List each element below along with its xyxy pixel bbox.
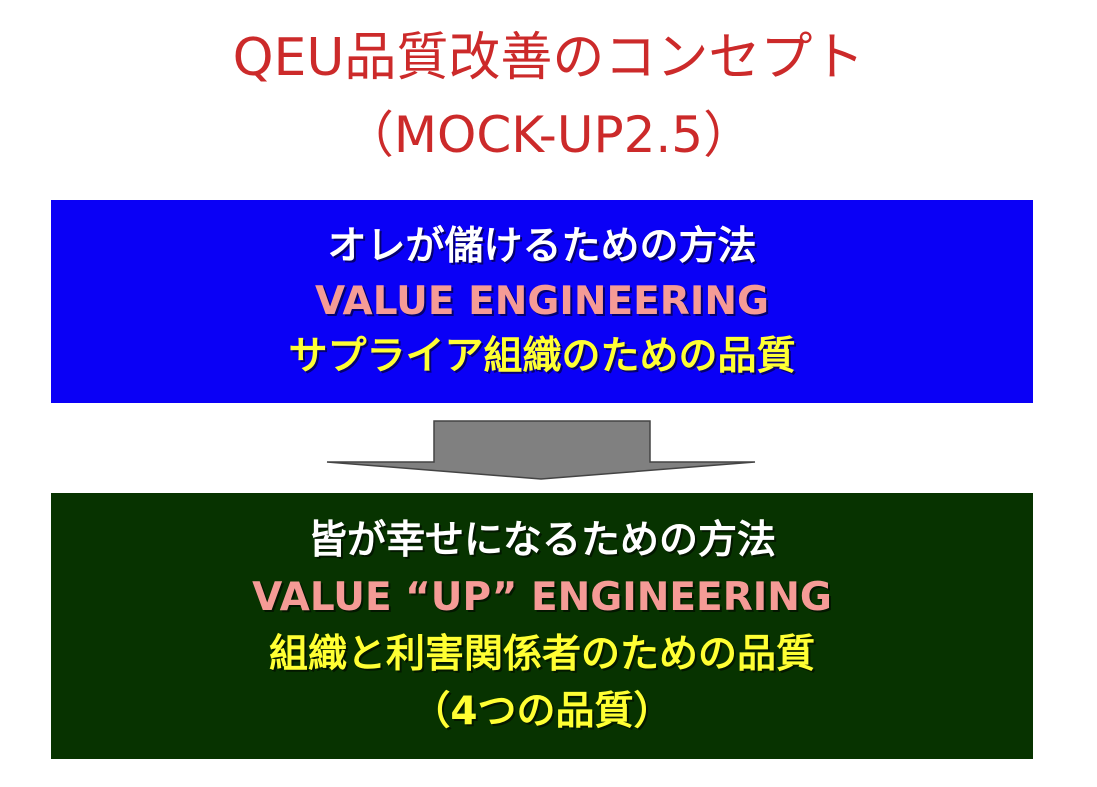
bottom-box-note: （4つの品質） xyxy=(411,689,673,734)
bottom-box-method: VALUE “UP” ENGINEERING xyxy=(252,575,832,620)
bottom-box-quality: 組織と利害関係者のための品質 xyxy=(268,632,815,677)
slide-title: QEU品質改善のコンセプト xyxy=(232,28,865,88)
bottom-box-heading: 皆が幸せになるための方法 xyxy=(307,518,776,563)
top-box-method: VALUE ENGINEERING xyxy=(315,279,769,324)
value-engineering-box: オレが儲けるための方法 VALUE ENGINEERING サプライア組織のため… xyxy=(51,200,1033,403)
top-box-quality: サプライア組織のための品質 xyxy=(288,334,796,379)
value-up-engineering-box: 皆が幸せになるための方法 VALUE “UP” ENGINEERING 組織と利… xyxy=(51,493,1033,759)
down-arrow-icon xyxy=(326,420,756,480)
slide-subtitle: （MOCK-UP2.5） xyxy=(343,106,754,164)
top-box-heading: オレが儲けるための方法 xyxy=(327,224,757,269)
